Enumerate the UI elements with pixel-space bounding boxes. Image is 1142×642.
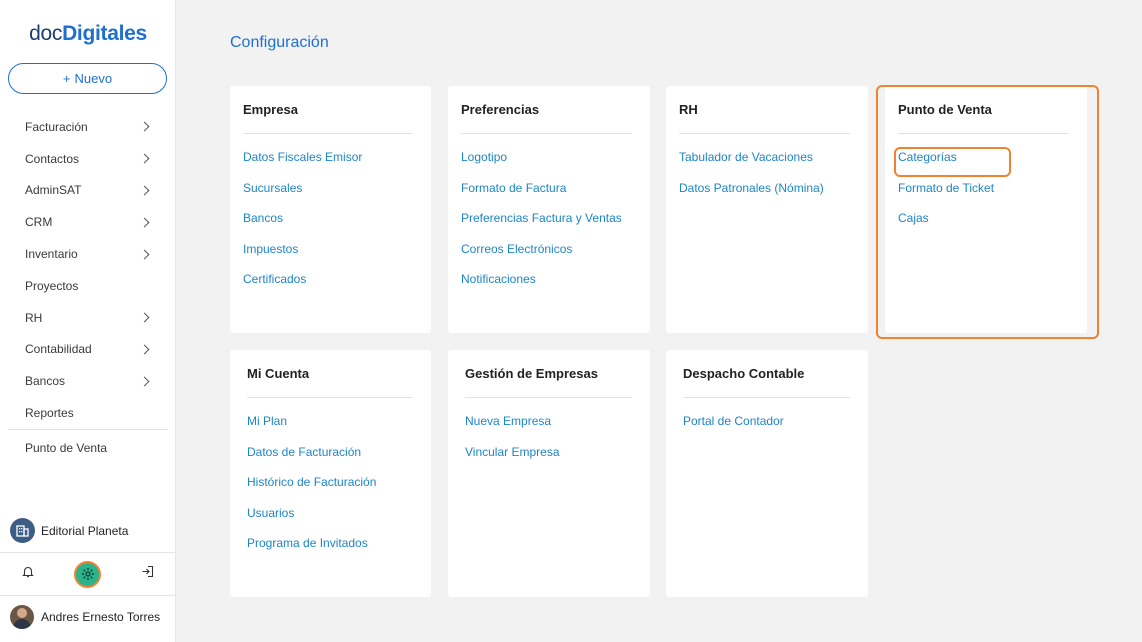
sidebar-item-label: Contactos bbox=[25, 151, 80, 166]
company-selector[interactable]: Editorial Planeta bbox=[10, 518, 128, 543]
user-name: Andres Ernesto Torres bbox=[41, 610, 161, 624]
bell-icon[interactable] bbox=[22, 565, 34, 583]
link-impuestos[interactable]: Impuestos bbox=[243, 239, 419, 270]
sidebar: docDigitales + Nuevo Facturación Contacto… bbox=[0, 0, 176, 642]
sidebar-item-reportes[interactable]: Reportes bbox=[0, 397, 176, 429]
card-title: Punto de Venta bbox=[898, 102, 1069, 134]
card-link-list: Tabulador de Vacaciones Datos Patronales … bbox=[679, 134, 856, 208]
sidebar-item-proyectos[interactable]: Proyectos bbox=[0, 270, 176, 302]
card-link-list: Nueva Empresa Vincular Empresa bbox=[465, 398, 638, 472]
link-correos-electronicos[interactable]: Correos Electrónicos bbox=[461, 239, 638, 270]
link-portal-de-contador[interactable]: Portal de Contador bbox=[683, 411, 856, 442]
avatar bbox=[10, 605, 34, 629]
link-datos-fiscales-emisor[interactable]: Datos Fiscales Emisor bbox=[243, 147, 419, 178]
link-formato-de-ticket[interactable]: Formato de Ticket bbox=[898, 178, 1075, 209]
link-sucursales[interactable]: Sucursales bbox=[243, 178, 419, 209]
card-title: Empresa bbox=[243, 102, 413, 134]
link-formato-de-factura[interactable]: Formato de Factura bbox=[461, 178, 638, 209]
sidebar-item-adminsat[interactable]: AdminSAT bbox=[0, 175, 176, 207]
chevron-right-icon bbox=[139, 312, 150, 323]
sidebar-item-facturacion[interactable]: Facturación bbox=[0, 111, 176, 143]
link-datos-de-facturacion[interactable]: Datos de Facturación bbox=[247, 442, 419, 473]
link-categorias[interactable]: Categorías bbox=[898, 147, 1075, 178]
sidebar-item-bancos[interactable]: Bancos bbox=[0, 365, 176, 397]
card-title: Despacho Contable bbox=[683, 366, 850, 398]
sidebar-nav: Facturación Contactos AdminSAT CRM Inventari… bbox=[0, 111, 176, 464]
card-empresa: Empresa Datos Fiscales Emisor Sucursales Ba… bbox=[230, 86, 431, 333]
sidebar-footer-icons bbox=[0, 552, 176, 596]
sidebar-item-label: Punto de Venta bbox=[25, 440, 108, 455]
plus-icon: + bbox=[62, 71, 71, 86]
gear-icon[interactable] bbox=[74, 560, 101, 588]
sidebar-item-rh[interactable]: RH bbox=[0, 302, 176, 334]
app-logo[interactable]: docDigitales bbox=[0, 22, 176, 46]
chevron-right-icon bbox=[139, 249, 150, 260]
link-notificaciones[interactable]: Notificaciones bbox=[461, 269, 638, 300]
card-title: Preferencias bbox=[461, 102, 632, 134]
link-bancos[interactable]: Bancos bbox=[243, 208, 419, 239]
new-button-label: Nuevo bbox=[74, 71, 113, 86]
sidebar-item-label: AdminSAT bbox=[25, 183, 82, 198]
card-link-list: Logotipo Formato de Factura Preferencias F… bbox=[461, 134, 638, 300]
card-title: Mi Cuenta bbox=[247, 366, 413, 398]
user-profile[interactable]: Andres Ernesto Torres bbox=[10, 605, 160, 629]
link-certificados[interactable]: Certificados bbox=[243, 269, 419, 300]
link-mi-plan[interactable]: Mi Plan bbox=[247, 411, 419, 442]
sidebar-item-punto-de-venta[interactable]: Punto de Venta bbox=[0, 432, 176, 464]
new-button[interactable]: + Nuevo bbox=[8, 63, 167, 94]
link-tabulador-de-vacaciones[interactable]: Tabulador de Vacaciones bbox=[679, 147, 856, 178]
link-logotipo[interactable]: Logotipo bbox=[461, 147, 638, 178]
chevron-right-icon bbox=[139, 344, 150, 355]
company-name: Editorial Planeta bbox=[41, 523, 129, 538]
sidebar-item-label: Reportes bbox=[25, 406, 74, 421]
card-title: Gestión de Empresas bbox=[465, 366, 632, 398]
logout-icon[interactable] bbox=[141, 565, 154, 583]
chevron-right-icon bbox=[139, 121, 150, 132]
link-nueva-empresa[interactable]: Nueva Empresa bbox=[465, 411, 638, 442]
card-rh: RH Tabulador de Vacaciones Datos Patronale… bbox=[666, 86, 868, 333]
link-cajas[interactable]: Cajas bbox=[898, 208, 1075, 239]
link-vincular-empresa[interactable]: Vincular Empresa bbox=[465, 442, 638, 473]
sidebar-item-label: Contabilidad bbox=[25, 342, 92, 357]
sidebar-item-inventario[interactable]: Inventario bbox=[0, 238, 176, 270]
nav-divider bbox=[8, 428, 168, 430]
link-datos-patronales-nomina[interactable]: Datos Patronales (Nómina) bbox=[679, 178, 856, 209]
chevron-right-icon bbox=[139, 217, 150, 228]
card-title: RH bbox=[679, 102, 850, 134]
card-link-list: Categorías Formato de Ticket Cajas bbox=[898, 134, 1075, 239]
sidebar-item-contabilidad[interactable]: Contabilidad bbox=[0, 334, 176, 366]
page-title: Configuración bbox=[230, 34, 329, 51]
sidebar-item-label: CRM bbox=[25, 215, 53, 230]
link-programa-de-invitados[interactable]: Programa de Invitados bbox=[247, 533, 419, 564]
sidebar-item-label: Bancos bbox=[25, 374, 66, 389]
chevron-right-icon bbox=[139, 153, 150, 164]
sidebar-item-label: Inventario bbox=[25, 247, 78, 262]
link-usuarios[interactable]: Usuarios bbox=[247, 503, 419, 534]
card-link-list: Datos Fiscales Emisor Sucursales Bancos Imp… bbox=[243, 134, 419, 300]
card-preferencias: Preferencias Logotipo Formato de Factura Pr… bbox=[448, 86, 650, 333]
chevron-right-icon bbox=[139, 185, 150, 196]
card-punto-de-venta: Punto de Venta Categorías Formato de Ticke… bbox=[885, 86, 1087, 333]
link-historico-de-facturacion[interactable]: Histórico de Facturación bbox=[247, 472, 419, 503]
sidebar-item-contactos[interactable]: Contactos bbox=[0, 143, 176, 175]
building-icon bbox=[10, 518, 35, 543]
sidebar-item-crm[interactable]: CRM bbox=[0, 206, 176, 238]
card-link-list: Portal de Contador bbox=[683, 398, 856, 442]
card-gestion-de-empresas: Gestión de Empresas Nueva Empresa Vincular… bbox=[448, 350, 650, 597]
chevron-right-icon bbox=[139, 376, 150, 387]
card-mi-cuenta: Mi Cuenta Mi Plan Datos de Facturación Hist… bbox=[230, 350, 431, 597]
sidebar-item-label: Proyectos bbox=[25, 278, 79, 293]
sidebar-item-label: RH bbox=[25, 310, 43, 325]
link-preferencias-factura-y-ventas[interactable]: Preferencias Factura y Ventas bbox=[461, 208, 638, 239]
sidebar-item-label: Facturación bbox=[25, 119, 88, 134]
card-despacho-contable: Despacho Contable Portal de Contador bbox=[666, 350, 868, 597]
card-link-list: Mi Plan Datos de Facturación Histórico de … bbox=[247, 398, 419, 564]
